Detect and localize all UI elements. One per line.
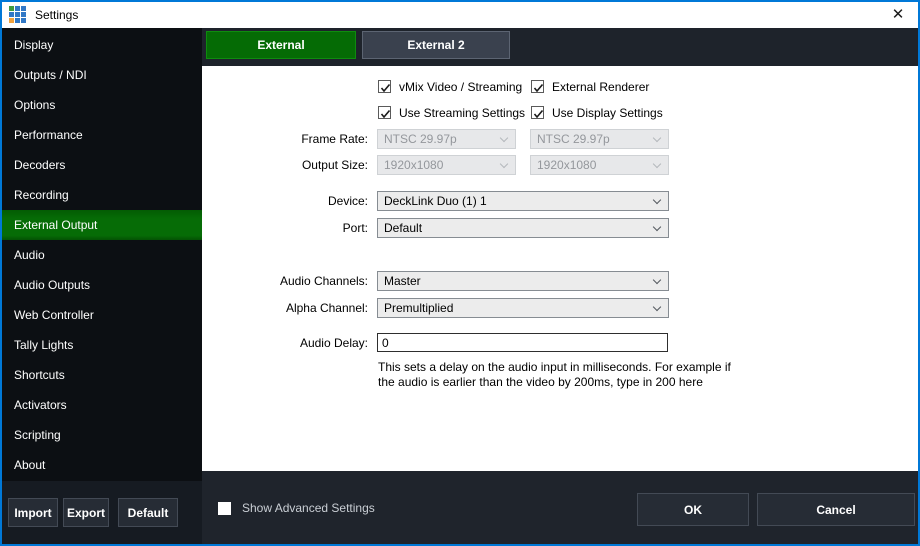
show-advanced-settings-checkbox[interactable] [218,502,231,515]
audio-channels-select[interactable]: Master [377,271,669,291]
chevron-down-icon [653,276,661,284]
frame-rate-select-1[interactable]: NTSC 29.97p [377,129,516,149]
window-title: Settings [35,8,78,22]
frame-rate-select-2[interactable]: NTSC 29.97p [530,129,669,149]
footer-bar: Show Advanced Settings OK Cancel [202,471,918,544]
external-renderer-checkbox[interactable] [531,80,544,93]
settings-window: Settings ✕ Display Outputs / NDI Options… [0,0,920,546]
sidebar-footer: Import Export Default [2,481,202,544]
chevron-down-icon [500,160,508,168]
use-display-settings-label: Use Display Settings [552,106,663,120]
sidebar-item-outputs-ndi[interactable]: Outputs / NDI [2,60,202,90]
sidebar-item-options[interactable]: Options [2,90,202,120]
audio-delay-label: Audio Delay: [202,333,368,353]
title-bar: Settings ✕ [2,2,918,28]
vmix-video-streaming-label: vMix Video / Streaming [399,80,522,94]
frame-rate-label: Frame Rate: [202,129,368,149]
port-select[interactable]: Default [377,218,669,238]
use-display-settings-checkbox[interactable] [531,106,544,119]
chevron-down-icon [653,303,661,311]
sidebar-item-external-output[interactable]: External Output [2,210,202,240]
sidebar-item-audio-outputs[interactable]: Audio Outputs [2,270,202,300]
tab-bar: External External 2 [202,28,918,66]
sidebar-item-audio[interactable]: Audio [2,240,202,270]
export-button[interactable]: Export [63,498,109,527]
sidebar-item-web-controller[interactable]: Web Controller [2,300,202,330]
external-renderer-label: External Renderer [552,80,649,94]
main-content: External External 2 vMix Video / Streami… [202,28,918,544]
import-button[interactable]: Import [8,498,58,527]
use-streaming-settings-label: Use Streaming Settings [399,106,525,120]
close-icon[interactable]: ✕ [878,2,918,28]
sidebar-item-tally-lights[interactable]: Tally Lights [2,330,202,360]
device-select[interactable]: DeckLink Duo (1) 1 [377,191,669,211]
sidebar-nav: Display Outputs / NDI Options Performanc… [2,28,202,481]
sidebar-item-scripting[interactable]: Scripting [2,420,202,450]
chevron-down-icon [653,223,661,231]
vmix-video-streaming-checkbox[interactable] [378,80,391,93]
show-advanced-settings-label: Show Advanced Settings [242,501,375,515]
default-button[interactable]: Default [118,498,178,527]
output-size-select-2[interactable]: 1920x1080 [530,155,669,175]
sidebar-item-shortcuts[interactable]: Shortcuts [2,360,202,390]
output-size-select-1[interactable]: 1920x1080 [377,155,516,175]
audio-delay-help: This sets a delay on the audio input in … [378,360,731,390]
sidebar-item-activators[interactable]: Activators [2,390,202,420]
ok-button[interactable]: OK [637,493,749,526]
cancel-button[interactable]: Cancel [757,493,915,526]
chevron-down-icon [653,160,661,168]
port-label: Port: [202,218,368,238]
sidebar-item-recording[interactable]: Recording [2,180,202,210]
sidebar-item-decoders[interactable]: Decoders [2,150,202,180]
audio-channels-label: Audio Channels: [202,271,368,291]
sidebar-item-about[interactable]: About [2,450,202,480]
vmix-logo-icon [9,6,27,24]
use-streaming-settings-checkbox[interactable] [378,106,391,119]
alpha-channel-select[interactable]: Premultiplied [377,298,669,318]
audio-delay-input[interactable] [377,333,668,352]
chevron-down-icon [653,196,661,204]
device-label: Device: [202,191,368,211]
output-size-label: Output Size: [202,155,368,175]
tab-external[interactable]: External [206,31,356,59]
tab-external-2[interactable]: External 2 [362,31,510,59]
chevron-down-icon [653,134,661,142]
sidebar-item-display[interactable]: Display [2,30,202,60]
alpha-channel-label: Alpha Channel: [202,298,368,318]
chevron-down-icon [500,134,508,142]
external-output-form: vMix Video / Streaming External Renderer… [202,66,918,471]
sidebar-item-performance[interactable]: Performance [2,120,202,150]
